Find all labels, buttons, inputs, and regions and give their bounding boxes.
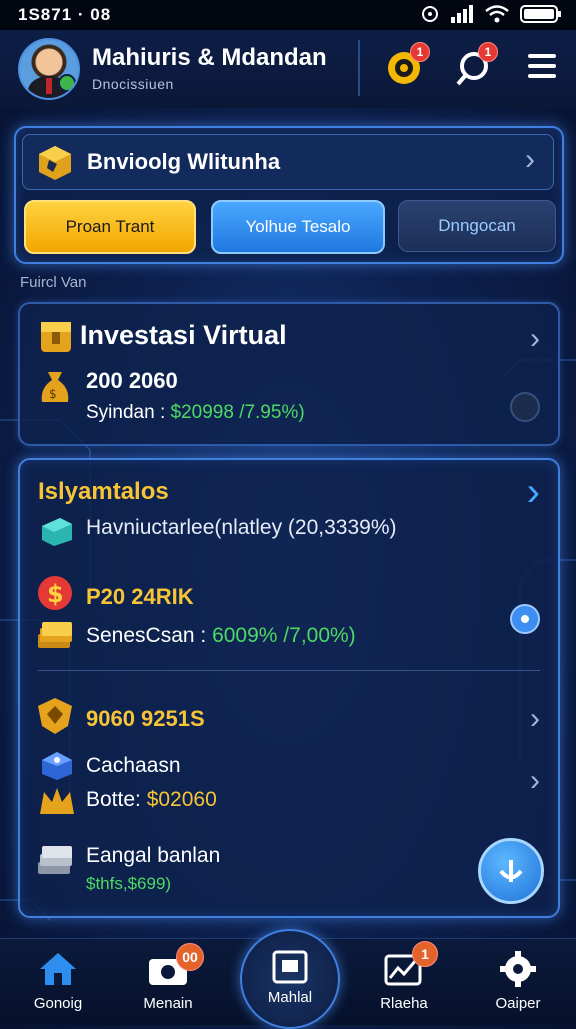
radio-toggle-active[interactable]: [510, 604, 540, 634]
teal-box-icon: [42, 518, 72, 546]
wallet-icon: [272, 950, 308, 984]
nav-label: Menain: [143, 995, 193, 1012]
notification-badge: 1: [410, 42, 430, 62]
money-bag-icon: $: [41, 372, 69, 402]
chevron-right-icon[interactable]: ›: [527, 470, 540, 515]
portfolio-row-6: Eangal banlan: [86, 844, 221, 867]
nav-item-rlaeha[interactable]: 1 Rlaeha: [356, 941, 452, 1012]
user-subtitle: Dnocissiuen: [92, 76, 174, 92]
status-bar: 1S871 · 08: [0, 0, 576, 30]
dollar-coin-icon: $: [38, 576, 72, 610]
wallet-card: Bnvioolg Wlitunha › Proan Trant Yolhue T…: [14, 126, 564, 264]
chevron-right-icon: ›: [530, 322, 540, 355]
section-label: Fuircl Van: [20, 274, 87, 291]
silver-stack-icon: [38, 846, 72, 874]
nav-label: Mahlal: [267, 989, 313, 1006]
avatar[interactable]: [18, 38, 80, 100]
menu-button[interactable]: [522, 48, 566, 92]
portfolio-row-2-sub: SenesCsan : 6009% /7,00%): [86, 624, 356, 648]
svg-text:$: $: [49, 387, 57, 401]
wallet-row[interactable]: Bnvioolg Wlitunha ›: [22, 134, 554, 190]
chevron-right-icon[interactable]: ›: [530, 702, 540, 736]
portfolio-row-2-amount: P20 24RIK: [86, 584, 194, 609]
investasi-title: Investasi Virtual: [80, 320, 287, 350]
battery-icon: [520, 5, 561, 23]
portfolio-row-1: Havniuctarlee(nlatley (20,3339%): [86, 516, 397, 539]
nav-label: Rlaeha: [380, 995, 428, 1012]
gold-shield-icon: [38, 698, 72, 734]
portfolio-card: Islyamtalos › Havniuctarlee(nlatley (20,…: [18, 458, 560, 918]
investasi-sub: Syindan : $20998 /7.95%): [86, 402, 305, 424]
nav-badge: 00: [176, 943, 204, 971]
chevron-right-icon: ›: [525, 143, 535, 176]
location-icon: [422, 6, 438, 22]
nav-item-menain[interactable]: 00 Menain: [120, 943, 216, 1012]
row2-label: SenesCsan :: [86, 624, 213, 647]
crown-icon: [40, 788, 74, 814]
cube-icon: [39, 146, 71, 180]
signal-icon: [451, 5, 473, 23]
header-divider: [358, 40, 360, 96]
online-badge: [58, 74, 76, 92]
wifi-icon: [485, 5, 509, 23]
notification-badge: 1: [478, 42, 498, 62]
chevron-right-icon[interactable]: ›: [530, 764, 540, 798]
gear-icon: [500, 951, 536, 987]
user-name: Mahiuris & Mdandan: [92, 44, 327, 71]
radio-toggle[interactable]: [510, 392, 540, 422]
nav-item-oaiper[interactable]: Oaiper: [470, 947, 566, 1012]
app-header: Mahiuris & Mdandan Dnocissiuen 1 1: [0, 30, 576, 108]
home-icon: [40, 953, 76, 985]
portfolio-row-3-amount: 9060 9251S: [86, 706, 205, 731]
blue-cube-icon: [42, 752, 72, 780]
investasi-sub-value: $20998 /7.95%): [170, 402, 305, 423]
investasi-card[interactable]: Investasi Virtual › $ 200 2060 Syindan :…: [18, 302, 560, 446]
plus-icon: [499, 860, 523, 882]
svg-text:$: $: [47, 580, 64, 608]
nav-label: Oaiper: [495, 995, 541, 1012]
row5-label: Botte:: [86, 788, 147, 811]
gold-box-icon: [41, 322, 71, 352]
yolhue-tesalo-button[interactable]: Yolhue Tesalo: [211, 200, 385, 254]
nav-badge: 1: [412, 941, 438, 967]
proan-trant-button[interactable]: Proan Trant: [24, 200, 196, 254]
status-time: 1S871 · 08: [18, 5, 112, 24]
nav-item-gonoig[interactable]: Gonoig: [10, 947, 106, 1012]
portfolio-row-5: Botte: $02060: [86, 788, 217, 812]
bottom-navigation: Gonoig 00 Menain Mahlal 1 Rlaeha Oaiper: [0, 929, 576, 1029]
investasi-amount: 200 2060: [86, 368, 178, 393]
fab-add-button[interactable]: [478, 838, 544, 904]
nav-item-mahlal[interactable]: Mahlal: [240, 929, 340, 1029]
wallet-title: Bnvioolg Wlitunha: [87, 149, 281, 174]
investasi-sub-label: Syindan :: [86, 402, 171, 423]
search-button[interactable]: 1: [454, 42, 498, 88]
cash-stack-icon: [38, 622, 72, 648]
portfolio-row-6-value: $thfs,$699): [86, 874, 172, 893]
dnngocan-button[interactable]: Dnngocan: [398, 200, 556, 252]
hamburger-icon: [528, 54, 556, 78]
row5-value: $02060: [146, 788, 217, 811]
row2-value: 6009% /7,00%): [212, 624, 356, 647]
coin-button[interactable]: 1: [384, 42, 430, 88]
portfolio-row-4: Cachaasn: [86, 754, 181, 777]
nav-label: Gonoig: [33, 995, 83, 1012]
divider: [38, 670, 540, 671]
portfolio-title: Islyamtalos: [38, 478, 169, 505]
